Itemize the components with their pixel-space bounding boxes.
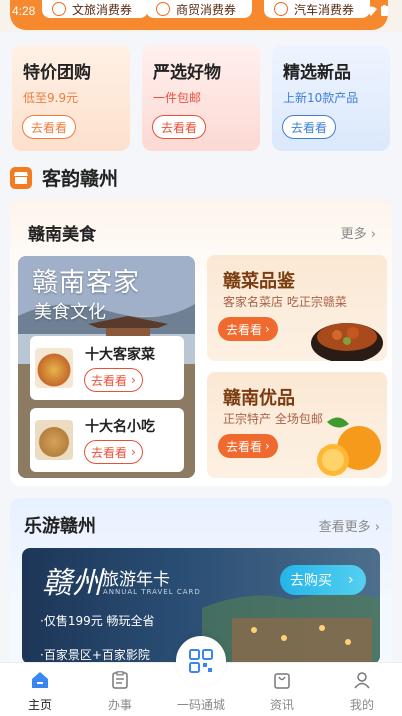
button-label: 去看看 — [91, 445, 128, 460]
coupon-label: 文旅消费券 — [72, 2, 133, 17]
button-label: 去购买 — [290, 573, 332, 589]
promo-selected-goods[interactable]: 严选好物 一件包邮 去看看 — [142, 45, 260, 151]
snack-image — [35, 420, 73, 460]
nav-news[interactable]: 资讯 — [242, 663, 322, 716]
navel-orange-image — [317, 417, 381, 476]
card-subtitle: 正宗特产 全场包邮 — [223, 412, 323, 426]
card-english-subtitle: ANNUAL TRAVEL CARD — [103, 588, 201, 596]
shop-icon — [10, 166, 32, 189]
buy-button[interactable]: 去购买 › — [280, 565, 366, 595]
clipboard-icon — [112, 671, 128, 689]
card-logo: 赣州 — [42, 566, 102, 601]
qr-code-icon — [189, 649, 213, 673]
dish-image — [35, 348, 73, 388]
card-button[interactable]: 去看看 › — [218, 434, 278, 458]
chevron-right-icon: › — [265, 439, 270, 453]
status-icons — [365, 5, 388, 16]
promo-title: 严选好物 — [153, 63, 221, 83]
food-title: 赣南美食 — [28, 225, 96, 245]
card-button[interactable]: 去看看 › — [218, 317, 278, 341]
button-label: 去看看 — [226, 322, 263, 337]
nav-label: 一码通城 — [176, 698, 225, 712]
nav-label: 资讯 — [269, 698, 294, 712]
mini-card-title: 十大客家菜 — [85, 347, 155, 363]
nav-services[interactable]: 办事 — [80, 663, 160, 716]
coupon-icon — [156, 2, 170, 16]
user-icon — [354, 672, 370, 689]
chevron-right-icon: › — [265, 322, 270, 336]
food-panel: 赣南美食 更多 › 赣南客家 美食文化 十大客家菜 去看看 › 十大名小吃 去看看… — [10, 200, 392, 486]
promo-button[interactable]: 去看看 — [152, 115, 207, 139]
status-time: 4:28 — [12, 4, 36, 18]
coupon-commerce[interactable]: 商贸消费券 — [146, 0, 252, 18]
food-feature-banner[interactable]: 赣南客家 美食文化 十大客家菜 去看看 › 十大名小吃 去看看 › — [18, 256, 195, 478]
feature-title: 赣南客家 — [32, 268, 141, 298]
coupon-car[interactable]: 汽车消费券 — [264, 0, 370, 18]
section-header: 客韵赣州 — [10, 164, 118, 191]
promo-title: 特价团购 — [23, 63, 91, 83]
card-title: 赣菜品鉴 — [223, 271, 295, 292]
card-title: 赣南优品 — [223, 388, 295, 409]
card-dish-tasting[interactable]: 赣菜品鉴 客家名菜店 吃正宗赣菜 去看看 › — [207, 255, 387, 361]
nav-home[interactable]: 主页 — [0, 663, 80, 716]
card-title: 旅游年卡 — [102, 570, 170, 590]
promo-new-products[interactable]: 精选新品 上新10款产品 去看看 — [272, 45, 390, 151]
coupon-label: 商贸消费券 — [176, 2, 237, 17]
qr-scan-button[interactable] — [176, 636, 226, 686]
mini-card-button[interactable]: 去看看 › — [84, 440, 143, 464]
button-label: 去看看 — [226, 439, 263, 454]
feature-subtitle: 美食文化 — [34, 302, 106, 323]
promo-subtitle: 上新10款产品 — [283, 91, 359, 105]
section-title: 客韵赣州 — [42, 168, 119, 190]
battery-icon — [381, 5, 388, 16]
card-bullet-venues: ·百家景区+百家影院 — [40, 648, 150, 662]
card-bullet-price: ·仅售199元 畅玩全省 — [40, 614, 155, 628]
promo-group-buy[interactable]: 特价团购 低至9.9元 去看看 — [12, 45, 130, 151]
coupon-icon — [52, 2, 66, 16]
wifi-icon — [365, 6, 377, 16]
nav-label: 主页 — [27, 698, 52, 712]
chevron-right-icon: › — [131, 373, 136, 387]
nav-label: 我的 — [349, 698, 374, 712]
coupon-bar: 文旅消费券 商贸消费券 汽车消费券 — [10, 0, 388, 30]
mini-card-snacks[interactable]: 十大名小吃 去看看 › — [30, 408, 184, 472]
nav-profile[interactable]: 我的 — [322, 663, 402, 716]
coupon-label: 汽车消费券 — [294, 2, 355, 17]
travel-more-link[interactable]: 查看更多 › — [319, 516, 380, 535]
more-label: 更多 — [340, 227, 367, 242]
chevron-right-icon: › — [348, 572, 354, 588]
mini-card-title: 十大名小吃 — [85, 419, 155, 435]
food-more-link[interactable]: 更多 › — [341, 223, 376, 242]
promo-subtitle: 一件包邮 — [153, 91, 202, 105]
travel-title: 乐游赣州 — [24, 516, 96, 537]
bag-icon — [274, 673, 290, 689]
mini-card-button[interactable]: 去看看 › — [84, 368, 143, 392]
promo-subtitle: 低至9.9元 — [23, 91, 79, 105]
home-icon — [32, 672, 48, 688]
chevron-right-icon: › — [131, 445, 136, 459]
coupon-culture-tourism[interactable]: 文旅消费券 — [42, 0, 148, 18]
chevron-right-icon: › — [374, 520, 380, 535]
chevron-right-icon: › — [370, 227, 376, 242]
more-label: 查看更多 — [318, 520, 371, 535]
card-gannan-products[interactable]: 赣南优品 正宗特产 全场包邮 去看看 › — [207, 372, 387, 478]
claypot-dish-image — [311, 323, 383, 361]
mini-card-hakka-dishes[interactable]: 十大客家菜 去看看 › — [30, 336, 184, 400]
promo-button[interactable]: 去看看 — [282, 115, 337, 139]
coupon-icon — [274, 2, 288, 16]
nav-label: 办事 — [107, 698, 132, 712]
promo-title: 精选新品 — [283, 63, 351, 83]
promo-button[interactable]: 去看看 — [22, 115, 77, 139]
top-strip: 文旅消费券 商贸消费券 汽车消费券 4:28 — [0, 0, 402, 32]
button-label: 去看看 — [91, 373, 128, 388]
